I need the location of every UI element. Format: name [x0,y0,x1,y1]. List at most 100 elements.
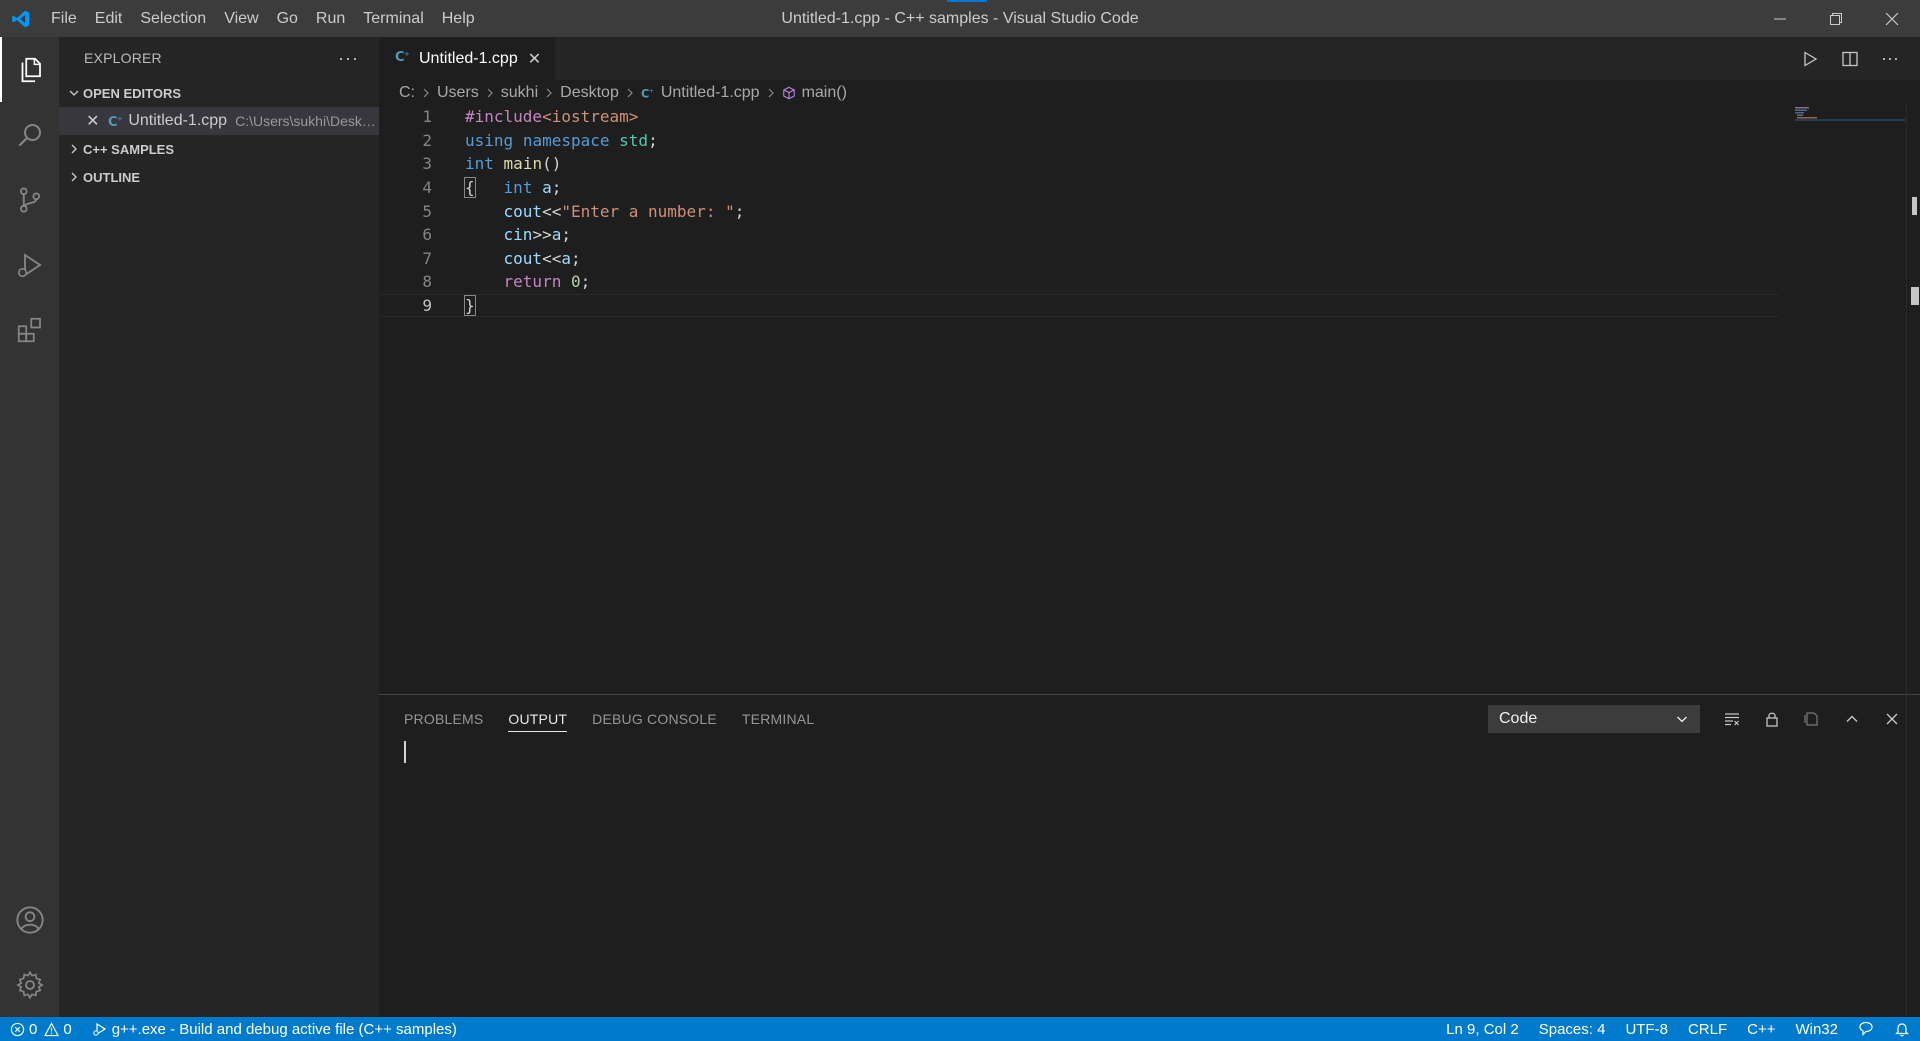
workspace-section[interactable]: C++ SAMPLES [59,135,379,163]
outline-section[interactable]: OUTLINE [59,163,379,191]
account-icon [15,905,44,934]
breadcrumb-users[interactable]: Users [437,84,479,102]
problems-status[interactable]: 0 0 [0,1021,82,1038]
breadcrumb-user[interactable]: sukhi [501,84,538,102]
menu-edit[interactable]: Edit [86,0,132,37]
run-file-button[interactable] [1790,50,1830,68]
minimize-button[interactable] [1752,0,1808,37]
menu-run[interactable]: Run [307,0,354,37]
open-editors-section[interactable]: OPEN EDITORS [59,79,379,107]
breadcrumb-desktop[interactable]: Desktop [560,84,619,102]
editor-scrollbar[interactable] [1906,105,1920,694]
code-line[interactable]: 6 cin>>a; [379,223,1779,247]
feedback-button[interactable] [1848,1021,1884,1037]
notifications-button[interactable] [1884,1021,1920,1037]
close-window-button[interactable] [1864,0,1920,37]
panel-scrollbar[interactable] [1906,695,1920,1018]
workspace-label: C++ SAMPLES [83,141,175,157]
menu-go[interactable]: Go [268,0,307,37]
menu-help[interactable]: Help [433,0,484,37]
split-editor-button[interactable] [1830,50,1870,68]
svg-text:+: + [117,115,123,123]
open-file-icon [1804,712,1818,726]
output-channel-value: Code [1499,710,1538,727]
activity-extensions[interactable] [0,297,59,362]
restore-icon [1830,12,1842,25]
minimap[interactable] [1795,105,1905,145]
language-mode[interactable]: C++ [1737,1021,1785,1038]
open-log-button[interactable] [1792,710,1832,728]
lock-scroll-button[interactable] [1752,710,1792,728]
breadcrumb-file[interactable]: Untitled-1.cpp [661,84,760,102]
lock-icon [1766,712,1778,727]
close-editor-icon[interactable]: ✕ [83,111,103,131]
code-line[interactable]: 8 return 0; [379,270,1779,294]
code-line[interactable]: 2 using namespace std; [379,129,1779,153]
breadcrumb: C: Users sukhi Desktop C + Untitled-1.cpp… [379,80,1920,105]
code-line[interactable]: 7 cout<<a; [379,247,1779,271]
close-icon [1886,713,1898,725]
activity-accounts[interactable] [0,887,59,952]
window-controls [1752,0,1920,37]
menu-file[interactable]: File [42,0,86,37]
activity-explorer[interactable] [0,37,59,102]
scrollbar-marker [1912,197,1917,215]
run-debug-icon [17,252,42,277]
menu-terminal[interactable]: Terminal [354,0,432,37]
status-bar: 0 0 g++.exe - Build and debug active fil… [0,1017,1920,1041]
activity-source-control[interactable] [0,167,59,232]
svg-text:+: + [649,88,654,95]
code-editor[interactable]: 1 #include<iostream> 2 using namespace std… [379,105,1779,318]
restore-button[interactable] [1808,0,1864,37]
warning-icon [44,1021,60,1036]
encoding[interactable]: UTF-8 [1615,1021,1678,1038]
code-text: cout<<"Enter a number: "; [503,201,745,221]
symbol-method-icon [782,86,796,100]
build-task-status[interactable]: g++.exe - Build and debug active file (C… [82,1021,467,1038]
explorer-title: EXPLORER [84,50,162,66]
menu-bar: File Edit Selection View Go Run Terminal… [42,0,484,37]
editor-tab[interactable]: C + Untitled-1.cpp ✕ [379,37,556,80]
chevron-right-icon [625,87,635,99]
output-channel-select[interactable]: Code [1488,705,1700,733]
tab-problems[interactable]: PROBLEMS [404,707,483,731]
tab-terminal[interactable]: TERMINAL [742,707,814,731]
tab-debug-console[interactable]: DEBUG CONSOLE [592,707,717,731]
cpp-file-icon: C + [395,48,411,69]
chevron-up-icon [1846,715,1858,722]
maximize-panel-button[interactable] [1832,710,1872,728]
code-line[interactable]: 5 cout<<"Enter a number: "; [379,199,1779,223]
menu-selection[interactable]: Selection [131,0,215,37]
activity-run-debug[interactable] [0,232,59,297]
chevron-down-icon [65,87,83,99]
code-line[interactable]: 4 { int a; [379,176,1779,200]
platform-config[interactable]: Win32 [1785,1021,1848,1038]
bottom-panel: PROBLEMS OUTPUT DEBUG CONSOLE TERMINAL C… [379,694,1920,1018]
breadcrumb-symbol[interactable]: main() [802,84,847,102]
end-of-line[interactable]: CRLF [1678,1021,1737,1038]
code-line-current[interactable]: 9} [379,293,1779,318]
more-actions-icon[interactable]: ··· [338,48,359,69]
tab-output[interactable]: OUTPUT [508,707,568,732]
bell-icon [1895,1023,1909,1037]
code-text: #include<iostream> [465,107,639,127]
clear-output-button[interactable] [1712,710,1752,728]
open-editor-item[interactable]: ✕ C + Untitled-1.cpp C:\Users\sukhi\Deskt… [59,107,379,135]
breadcrumb-drive[interactable]: C: [399,84,415,102]
explorer-header: EXPLORER ··· [59,37,379,79]
line-number: 6 [422,225,432,245]
activity-search[interactable] [0,102,59,167]
close-tab-icon[interactable]: ✕ [528,49,541,69]
activity-manage[interactable] [0,952,59,1017]
code-text: return 0; [503,272,591,292]
code-line[interactable]: 1 #include<iostream> [379,105,1779,129]
code-line[interactable]: 3 int main() [379,152,1779,176]
minimap-preview [1795,107,1905,121]
code-text: cout<<a; [503,248,581,268]
more-editor-actions-button[interactable]: ··· [1870,48,1910,69]
cursor-position[interactable]: Ln 9, Col 2 [1436,1021,1529,1038]
line-number: 2 [422,130,432,150]
menu-view[interactable]: View [215,0,267,37]
chevron-right-icon [544,87,554,99]
indentation[interactable]: Spaces: 4 [1529,1021,1616,1038]
